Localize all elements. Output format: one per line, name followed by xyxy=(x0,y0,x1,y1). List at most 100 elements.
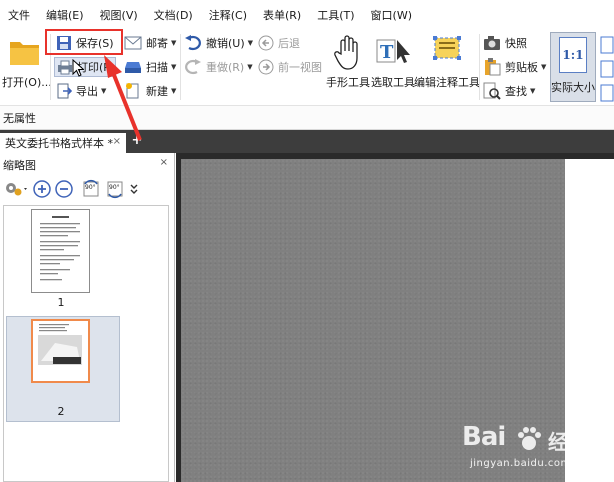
fit-page-icon[interactable] xyxy=(600,36,614,54)
page-thumbnail-2[interactable] xyxy=(31,319,90,383)
chevron-down-icon: ▼ xyxy=(247,63,253,71)
document-tab-bar: 英文委托书格式样本 * × + xyxy=(0,130,614,153)
close-icon[interactable]: × xyxy=(160,157,168,168)
add-tab-icon[interactable]: + xyxy=(130,134,144,148)
chevron-down-icon: ▼ xyxy=(171,63,177,71)
back-label: 后退 xyxy=(278,37,300,50)
menu-tools[interactable]: 工具(T) xyxy=(317,7,354,23)
gear-icon xyxy=(6,183,27,196)
forward-arrow-icon xyxy=(258,59,274,75)
highlight-box xyxy=(45,29,123,55)
select-tool-button[interactable]: T 选取工具 xyxy=(370,34,416,90)
actual-size-button[interactable]: 1:1 实际大小 xyxy=(550,32,596,102)
mail-button[interactable]: 邮寄 ▼ xyxy=(124,34,176,52)
menu-form[interactable]: 表单(R) xyxy=(263,7,301,23)
zoom-out-button[interactable] xyxy=(55,180,73,198)
create-label: 新建 xyxy=(146,85,168,98)
open-button[interactable]: 打开(O)... xyxy=(2,36,52,90)
chevron-down-icon: ▼ xyxy=(541,63,547,71)
annotation-edit-icon xyxy=(433,36,461,60)
menu-window[interactable]: 窗口(W) xyxy=(371,7,412,23)
scanner-icon xyxy=(125,62,141,73)
zoom-out-icon xyxy=(55,180,73,198)
menu-bar: 文件 编辑(E) 视图(V) 文档(D) 注释(C) 表单(R) 工具(T) 窗… xyxy=(0,0,614,30)
clipboard-label: 剪贴板 xyxy=(505,61,538,74)
open-label: 打开(O)... xyxy=(2,76,52,89)
hand-tool-label: 手形工具 xyxy=(326,76,370,89)
scan-button[interactable]: 扫描 ▼ xyxy=(124,58,176,76)
zoom-in-button[interactable] xyxy=(33,180,51,198)
hand-icon xyxy=(334,35,358,70)
chevron-down-icon: ▼ xyxy=(530,87,536,95)
undo-label: 撤销(U) xyxy=(206,37,245,50)
create-button[interactable]: 新建 ▼ xyxy=(124,82,176,100)
clipboard-button[interactable]: 剪贴板 ▼ xyxy=(483,58,546,76)
panel-toolbar: 90° 90° xyxy=(3,177,171,201)
panel-header: 缩略图 × xyxy=(3,157,171,173)
undo-icon xyxy=(185,35,201,51)
redo-icon xyxy=(185,59,201,75)
mail-label: 邮寄 xyxy=(146,37,168,50)
export-button[interactable]: 导出 ▼ xyxy=(56,82,106,100)
page-thumbnail-1[interactable] xyxy=(31,209,90,293)
menu-document[interactable]: 文档(D) xyxy=(154,7,193,23)
watermark-brand-cn: 经验 xyxy=(548,430,588,454)
scan-label: 扫描 xyxy=(146,61,168,74)
select-tool-label: 选取工具 xyxy=(371,76,415,89)
close-icon[interactable]: × xyxy=(113,136,121,147)
rotate-left-button[interactable]: 90° xyxy=(81,179,101,199)
watermark: Bai 经验 jingyan.baidu.com xyxy=(462,420,612,478)
panel-title: 缩略图 xyxy=(3,159,36,172)
fit-width-icon[interactable] xyxy=(600,60,614,78)
menu-view[interactable]: 视图(V) xyxy=(100,7,138,23)
divider xyxy=(180,34,181,100)
edit-annotation-tool-button[interactable]: 编辑注释工具 xyxy=(414,34,480,90)
export-icon xyxy=(57,83,72,99)
actual-size-icon: 1:1 xyxy=(559,37,587,73)
find-label: 查找 xyxy=(505,85,527,98)
back-button[interactable]: 后退 xyxy=(258,34,300,52)
divider xyxy=(479,34,480,100)
print-button[interactable]: 打印(P) xyxy=(54,57,116,77)
zoom-in-icon xyxy=(33,180,51,198)
options-gear-button[interactable] xyxy=(3,180,29,198)
chevron-down-icon: ▼ xyxy=(171,39,177,47)
folder-icon xyxy=(10,42,39,65)
watermark-brand: Bai xyxy=(462,422,506,452)
snapshot-button[interactable]: 快照 xyxy=(483,34,527,52)
menu-edit[interactable]: 编辑(E) xyxy=(46,7,84,23)
page-number-2: 2 xyxy=(57,405,65,418)
forward-view-button[interactable]: 前一视图 xyxy=(258,58,322,76)
mouse-cursor-icon xyxy=(72,59,84,77)
thumbnail-list: 1 2 xyxy=(3,205,169,482)
actual-size-label: 实际大小 xyxy=(551,81,595,94)
forward-view-label: 前一视图 xyxy=(278,61,322,74)
fit-visible-icon[interactable] xyxy=(600,84,614,102)
snapshot-label: 快照 xyxy=(505,37,527,50)
redo-label: 重做(R) xyxy=(206,61,245,74)
text-select-icon: T xyxy=(376,39,410,63)
paw-logo-icon xyxy=(518,427,541,450)
tab-title: 英文委托书格式样本 * xyxy=(5,137,113,150)
redo-button[interactable]: 重做(R) ▼ xyxy=(184,58,253,76)
undo-button[interactable]: 撤销(U) ▼ xyxy=(184,34,253,52)
svg-text:T: T xyxy=(380,42,394,63)
thumbnail-panel: 缩略图 × 90° 90° 1 2 xyxy=(0,153,175,482)
rotate-right-button[interactable]: 90° xyxy=(105,179,125,199)
chevron-down-icon: ▼ xyxy=(171,87,177,95)
properties-bar: 无属性 xyxy=(0,106,614,130)
export-label: 导出 xyxy=(76,85,98,98)
tab-document[interactable]: 英文委托书格式样本 * × xyxy=(0,133,126,153)
hand-tool-button[interactable]: 手形工具 xyxy=(324,34,372,90)
back-arrow-icon xyxy=(258,35,274,51)
find-button[interactable]: 查找 ▼ xyxy=(483,82,535,100)
printer-icon xyxy=(58,60,72,75)
rotate-left-label: 90° xyxy=(85,184,96,191)
menu-file[interactable]: 文件 xyxy=(8,7,30,23)
page-number-1: 1 xyxy=(57,296,65,309)
clipboard-icon xyxy=(485,58,501,76)
watermark-url: jingyan.baidu.com xyxy=(470,458,571,469)
more-chevron-icon[interactable] xyxy=(129,182,139,196)
menu-comment[interactable]: 注释(C) xyxy=(209,7,247,23)
camera-icon xyxy=(484,36,500,50)
